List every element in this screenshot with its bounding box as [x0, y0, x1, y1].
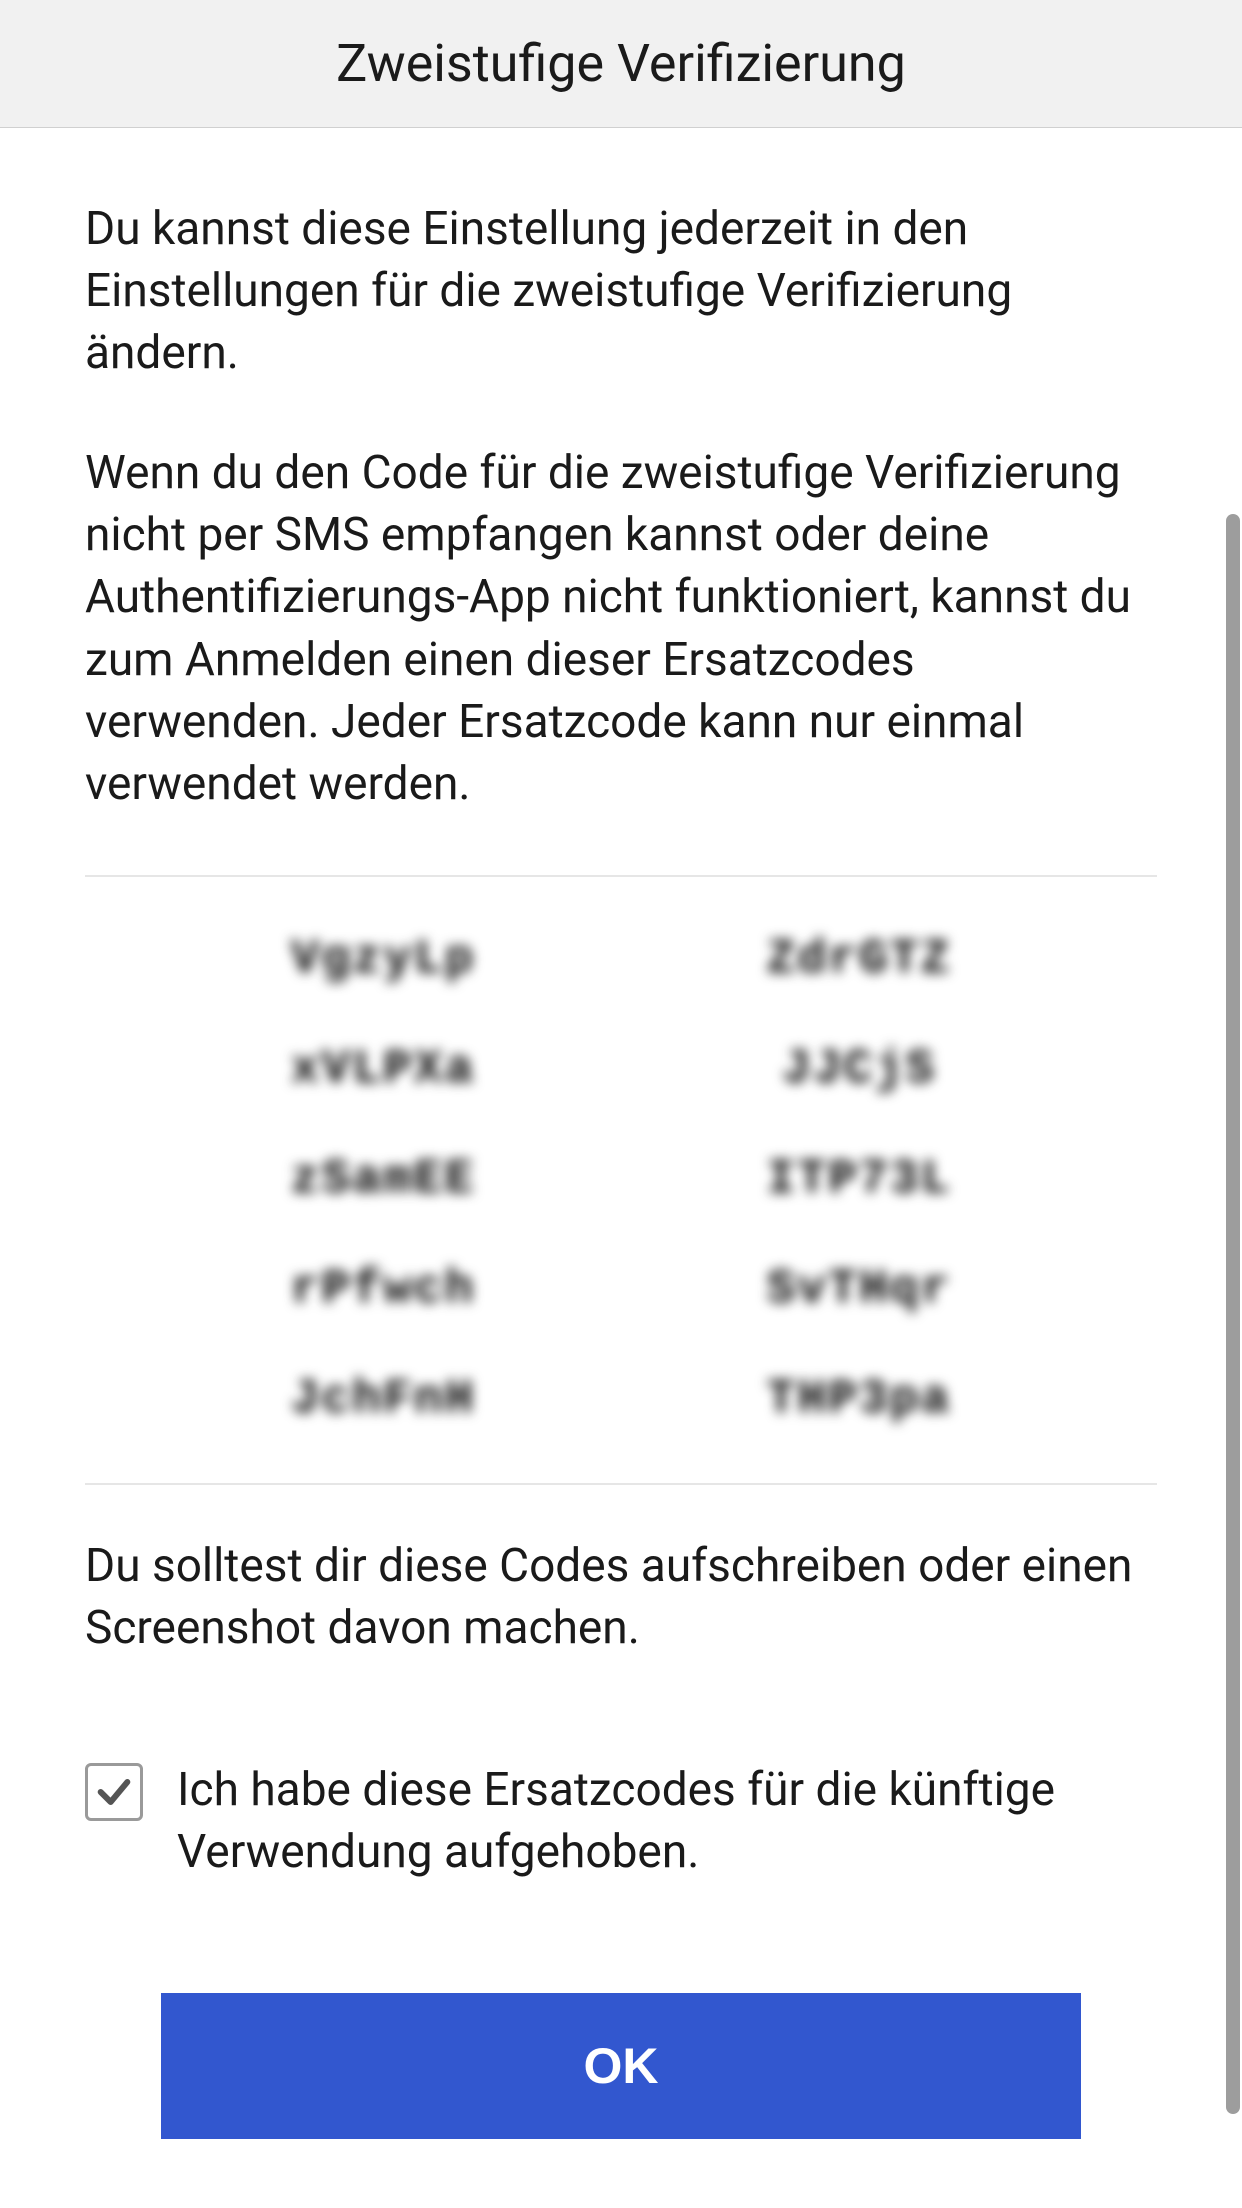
confirm-row: Ich habe diese Ersatzcodes für die künft… — [85, 1759, 1157, 1883]
backup-code: xVLPXa — [291, 1043, 476, 1097]
backup-code: zSamEE — [291, 1153, 476, 1207]
confirm-checkbox[interactable] — [85, 1763, 143, 1821]
intro-paragraph-2: Wenn du den Code für die zweistufige Ver… — [85, 442, 1157, 815]
confirm-label: Ich habe diese Ersatzcodes für die künft… — [177, 1759, 1157, 1883]
intro-paragraph-1: Du kannst diese Einstellung jederzeit in… — [85, 198, 1157, 384]
backup-code: THP3pa — [767, 1373, 952, 1427]
ok-button[interactable]: OK — [161, 1993, 1081, 2139]
backup-code: SvTHqr — [767, 1263, 952, 1317]
backup-code: JchFnH — [291, 1373, 476, 1427]
check-icon — [94, 1772, 134, 1812]
backup-code: VgzyLp — [291, 933, 476, 987]
backup-code: ITP73L — [767, 1153, 952, 1207]
page-title: Zweistufige Verifizierung — [336, 33, 906, 94]
backup-code: rPfwch — [291, 1263, 476, 1317]
divider-bottom — [85, 1483, 1157, 1485]
page-header: Zweistufige Verifizierung — [0, 0, 1242, 128]
scrollbar-thumb[interactable] — [1226, 514, 1240, 2114]
backup-code: JJCjS — [782, 1043, 936, 1097]
scrollbar-track[interactable] — [1224, 0, 1242, 2208]
divider-top — [85, 875, 1157, 877]
backup-codes-grid: VgzyLp ZdrGTZ xVLPXa JJCjS zSamEE ITP73L… — [85, 933, 1157, 1427]
backup-code: ZdrGTZ — [767, 933, 952, 987]
main-content: Du kannst diese Einstellung jederzeit in… — [0, 128, 1242, 2139]
advice-text: Du solltest dir diese Codes aufschreiben… — [85, 1535, 1157, 1659]
